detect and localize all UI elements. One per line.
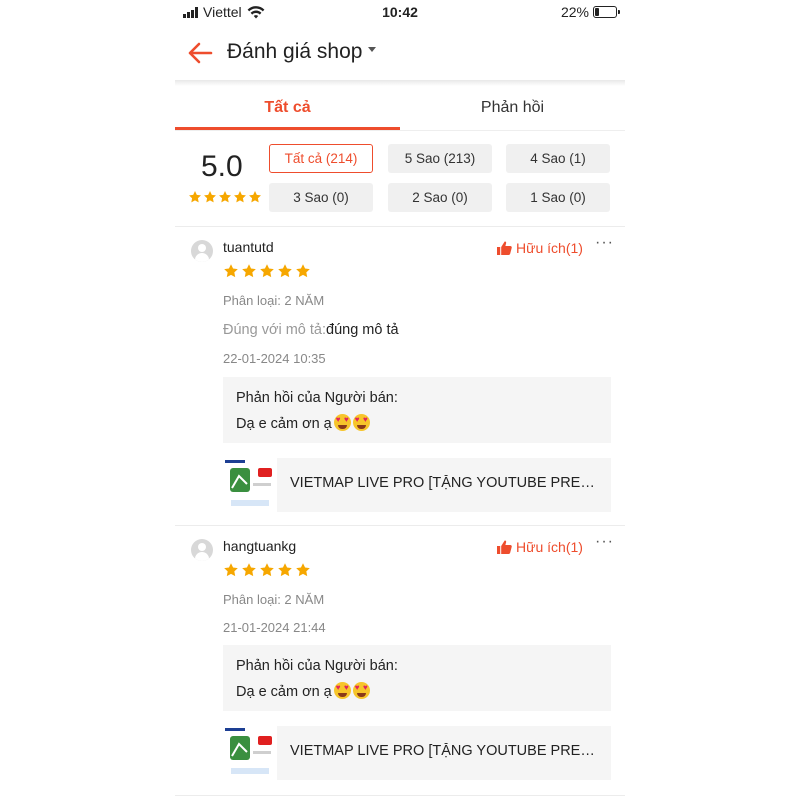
star-icon — [278, 563, 292, 577]
seller-reply-heading: Phản hồi của Người bán: — [236, 390, 398, 406]
shop-review-screen: Viettel 10:42 22% Đánh giá shop Tất cả P… — [175, 0, 625, 800]
review-username: tuantutd — [223, 239, 274, 255]
thumbs-up-icon — [497, 241, 512, 255]
section-divider — [175, 795, 625, 796]
filter-4-star[interactable]: 4 Sao (1) — [506, 144, 610, 173]
filter-5-star[interactable]: 5 Sao (213) — [388, 144, 492, 173]
chevron-down-icon — [368, 46, 377, 52]
status-bar: Viettel 10:42 22% — [175, 0, 625, 24]
more-options-icon[interactable]: ··· — [595, 234, 614, 252]
star-icon — [260, 563, 274, 577]
thumbs-up-icon — [497, 540, 512, 554]
filter-all[interactable]: Tất cả (214) — [269, 144, 373, 173]
page-title-text: Đánh giá shop — [227, 40, 363, 63]
tab-replies[interactable]: Phản hồi — [400, 88, 625, 130]
battery-icon — [593, 6, 620, 18]
rating-summary: 5.0 Tất cả (214) 5 Sao (213) 4 Sao (1) 3… — [175, 138, 625, 224]
heart-eyes-emoji-icon — [333, 682, 351, 699]
page-title[interactable]: Đánh giá shop — [227, 40, 377, 64]
filter-3-star[interactable]: 3 Sao (0) — [269, 183, 373, 212]
seller-reply: Phản hồi của Người bán: Dạ e cảm ơn ạ — [223, 645, 611, 711]
review-item: hangtuankg Hữu ích(1) ··· Phân loại: 2 N… — [175, 525, 625, 800]
star-icon — [219, 191, 231, 203]
header-divider — [175, 80, 625, 86]
star-icon — [224, 563, 238, 577]
description-label: Đúng với mô tả: — [223, 322, 326, 338]
star-icon — [204, 191, 216, 203]
average-stars — [188, 190, 262, 204]
product-name: VIETMAP LIVE PRO [TẶNG YOUTUBE PREMIUM] — [290, 475, 602, 491]
product-name: VIETMAP LIVE PRO [TẶNG YOUTUBE PREMIUM] — [290, 743, 602, 759]
filter-2-star[interactable]: 2 Sao (0) — [388, 183, 492, 212]
star-icon — [260, 264, 274, 278]
map-app-thumbnail-icon — [223, 458, 277, 512]
star-icon — [296, 563, 310, 577]
description-value: đúng mô tả — [326, 322, 399, 338]
avatar — [191, 240, 213, 262]
product-card[interactable]: VIETMAP LIVE PRO [TẶNG YOUTUBE PREMIUM] — [223, 726, 611, 780]
clock: 10:42 — [382, 4, 418, 20]
review-description: Đúng với mô tả:đúng mô tả — [223, 322, 399, 338]
product-card[interactable]: VIETMAP LIVE PRO [TẶNG YOUTUBE PREMIUM] — [223, 458, 611, 512]
seller-reply-text: Dạ e cảm ơn ạ — [236, 414, 370, 432]
seller-reply-body: Dạ e cảm ơn ạ — [236, 416, 332, 432]
star-icon — [189, 191, 201, 203]
app-header: Đánh giá shop — [175, 28, 625, 78]
review-date: 22-01-2024 10:35 — [223, 351, 326, 366]
status-right: 22% — [560, 4, 620, 20]
average-score: 5.0 — [201, 150, 243, 183]
star-icon — [224, 264, 238, 278]
seller-reply: Phản hồi của Người bán: Dạ e cảm ơn ạ — [223, 377, 611, 443]
review-item: tuantutd Hữu ích(1) ··· Phân loại: 2 NĂM… — [175, 226, 625, 524]
helpful-button[interactable]: Hữu ích(1) — [497, 240, 583, 256]
review-stars — [223, 562, 311, 578]
heart-eyes-emoji-icon — [352, 414, 370, 431]
seller-reply-heading: Phản hồi của Người bán: — [236, 658, 398, 674]
star-icon — [249, 191, 261, 203]
review-variant: Phân loại: 2 NĂM — [223, 592, 325, 607]
review-date: 21-01-2024 21:44 — [223, 620, 326, 635]
seller-reply-text: Dạ e cảm ơn ạ — [236, 682, 370, 700]
heart-eyes-emoji-icon — [352, 682, 370, 699]
star-icon — [296, 264, 310, 278]
more-options-icon[interactable]: ··· — [595, 533, 614, 551]
product-thumbnail — [223, 458, 277, 512]
map-app-thumbnail-icon — [223, 726, 277, 780]
battery-percent: 22% — [560, 4, 589, 20]
review-variant: Phân loại: 2 NĂM — [223, 293, 325, 308]
heart-eyes-emoji-icon — [333, 414, 351, 431]
star-icon — [242, 563, 256, 577]
review-stars — [223, 263, 311, 279]
product-thumbnail — [223, 726, 277, 780]
helpful-label: Hữu ích(1) — [516, 539, 583, 555]
seller-reply-body: Dạ e cảm ơn ạ — [236, 684, 332, 700]
filter-1-star[interactable]: 1 Sao (0) — [506, 183, 610, 212]
star-icon — [242, 264, 256, 278]
review-username: hangtuankg — [223, 538, 297, 554]
back-arrow-icon[interactable] — [185, 38, 215, 68]
helpful-label: Hữu ích(1) — [516, 240, 583, 256]
star-icon — [278, 264, 292, 278]
star-icon — [234, 191, 246, 203]
avatar — [191, 539, 213, 561]
tab-all[interactable]: Tất cả — [175, 88, 400, 130]
review-tabs: Tất cả Phản hồi — [175, 88, 625, 131]
helpful-button[interactable]: Hữu ích(1) — [497, 539, 583, 555]
